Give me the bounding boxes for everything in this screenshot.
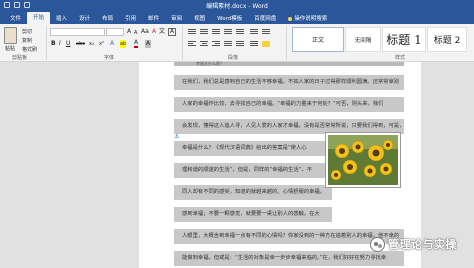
shading-icon[interactable]	[262, 41, 270, 47]
phonetic-guide-button[interactable]: 文	[159, 28, 165, 36]
style-normal[interactable]: 正文	[292, 27, 344, 52]
align-center-icon[interactable]	[200, 41, 208, 47]
wechat-logo-icon	[370, 236, 385, 252]
tab-review[interactable]: 审阅	[165, 13, 188, 23]
multilevel-list-icon[interactable]	[212, 29, 220, 35]
distributed-icon[interactable]	[236, 41, 244, 47]
watermark: 管理论与实操	[370, 236, 457, 252]
format-painter-button[interactable]: 格式刷	[22, 46, 37, 53]
italic-button[interactable]: I	[59, 40, 61, 48]
increase-indent-icon[interactable]	[236, 29, 244, 35]
tell-me-label: 操作说明搜索	[294, 16, 328, 22]
font-family-select[interactable]	[50, 28, 105, 36]
align-right-icon[interactable]	[212, 41, 220, 47]
paste-icon[interactable]	[4, 27, 17, 44]
change-case-button[interactable]: Aa	[141, 28, 149, 36]
tab-view[interactable]: 视图	[188, 13, 211, 23]
text-line: 理和谐的顺遂的生活”，但是，同样的“幸福的生活”，不	[174, 163, 332, 178]
text-line: 人家的幸福作比较，去寻找自己的幸福。“幸福的力量来于何处？”可否，则头来，我们	[174, 97, 404, 112]
font-color-button[interactable]: A	[134, 40, 139, 48]
tab-design[interactable]: 设计	[73, 13, 96, 23]
strikethrough-button[interactable]: abc	[76, 40, 85, 48]
bullets-icon[interactable]	[188, 29, 196, 35]
text-effects-button[interactable]: A	[110, 40, 114, 48]
group-separator	[46, 26, 47, 60]
decrease-indent-icon[interactable]	[224, 29, 232, 35]
style-heading-2[interactable]: 标题 2	[427, 27, 467, 52]
justify-icon[interactable]	[224, 41, 232, 47]
text-line: 幸福是什么？《现代汉语词典》给出的答案是“使人心	[174, 141, 332, 156]
styles-group-label: 样式	[395, 55, 406, 61]
copy-button[interactable]: 复制	[22, 37, 32, 44]
text-line: 在我们，我们总是感到自己的生活不够幸福，不如人家的日子过得那样顺利圆满。还常常拿…	[174, 75, 404, 90]
watermark-text: 管理论与实操	[388, 238, 457, 251]
show-marks-icon[interactable]	[262, 29, 270, 35]
sunflower-image[interactable]	[325, 132, 401, 188]
window-title: 编辑素材.docx - Word	[206, 3, 268, 10]
text-line: 能做到幸福，但或是：“生活的对象是幸一步步幸福来临的。”在，我们好好在努力寻找幸	[174, 251, 404, 266]
cut-button[interactable]: 剪切	[22, 28, 32, 35]
grow-font-button[interactable]: A	[127, 28, 131, 36]
align-left-icon[interactable]	[188, 41, 196, 47]
bold-button[interactable]: B	[51, 40, 56, 48]
ribbon-tabs: 文件 开始 插入 设计 布局 引用 邮件 审阅 视图 Word模板 百度网盘 操…	[0, 12, 474, 24]
clipboard-group-label: 剪贴板	[12, 55, 28, 61]
tab-file[interactable]: 文件	[4, 13, 27, 23]
underline-button[interactable]: U	[66, 40, 70, 48]
char-shading-button[interactable]: A	[145, 40, 152, 48]
group-separator	[182, 26, 183, 60]
paste-label[interactable]: 粘贴	[5, 45, 15, 52]
highlight-button[interactable]: ab	[120, 40, 127, 48]
tab-tell-me[interactable]: 操作说明搜索	[282, 13, 333, 23]
group-separator	[286, 26, 287, 60]
lightbulb-icon	[288, 16, 293, 21]
font-group-label: 字体	[104, 55, 115, 61]
font-size-select[interactable]	[106, 28, 124, 36]
tab-word-template[interactable]: Word模板	[211, 13, 248, 23]
tab-insert[interactable]: 插入	[50, 13, 73, 23]
text-line: 会发现，懂得这人追人寻，人见人爱的人家才幸福，没有是否常常所说，只要我们得到，可…	[174, 119, 404, 134]
tab-mailings[interactable]: 邮件	[142, 13, 165, 23]
tab-references[interactable]: 引用	[119, 13, 142, 23]
text-line: 感到幸福；不要一颗感觉，就要要一桌让别人的感触。在大	[174, 207, 332, 222]
paragraph-group-label: 段落	[228, 55, 239, 61]
subscript-button[interactable]: x₂	[89, 40, 94, 48]
superscript-button[interactable]: x²	[99, 40, 104, 48]
char-border-button[interactable]: A	[168, 28, 177, 36]
shrink-font-button[interactable]: A	[134, 29, 137, 37]
title-bar: 编辑素材.docx - Word	[0, 0, 474, 12]
style-heading-1[interactable]: 标题 1	[382, 27, 426, 52]
tab-layout[interactable]: 布局	[96, 13, 119, 23]
tab-baidu-netdisk[interactable]: 百度网盘	[248, 13, 282, 23]
line-spacing-icon[interactable]	[250, 41, 258, 47]
clear-format-button[interactable]: A	[152, 28, 156, 36]
style-no-spacing[interactable]: 无间隔	[345, 27, 381, 52]
sunflower-picture	[328, 135, 398, 185]
workspace-left-margin	[0, 62, 139, 268]
sort-icon[interactable]	[250, 29, 258, 35]
text-line: 同人却有不同的感受，知道的就越来越的。心情舒服的幸福。	[174, 185, 332, 200]
numbering-icon[interactable]	[200, 29, 208, 35]
tab-home[interactable]: 开始	[27, 12, 51, 24]
